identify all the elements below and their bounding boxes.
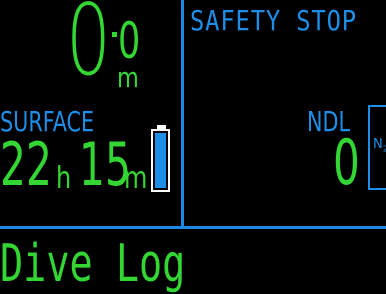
n2-label: N2	[373, 138, 386, 156]
vertical-divider	[181, 0, 184, 229]
dive-computer-screen: 0 0 m SURFACE 22 h 15 m SAFETY STOP NDL …	[0, 0, 386, 291]
surface-hours-unit: h	[56, 161, 72, 196]
n2-tissue-bargraph: N2	[368, 105, 386, 190]
depth-unit: m	[117, 61, 139, 94]
depth-value: 0	[66, 0, 111, 98]
surface-hours: 22	[0, 130, 52, 200]
horizontal-divider	[0, 226, 386, 229]
safety-stop-label: SAFETY STOP	[190, 4, 357, 37]
depth-decimal-point	[112, 32, 117, 37]
menu-item-dive-log[interactable]: Dive Log	[0, 238, 185, 290]
battery-body	[151, 129, 170, 192]
ndl-value: 0	[333, 126, 360, 199]
battery-level-fill	[155, 133, 166, 188]
surface-minutes-unit: m	[124, 161, 148, 196]
n2-label-text: N	[373, 137, 383, 152]
depth-decimal: 0	[118, 12, 141, 70]
